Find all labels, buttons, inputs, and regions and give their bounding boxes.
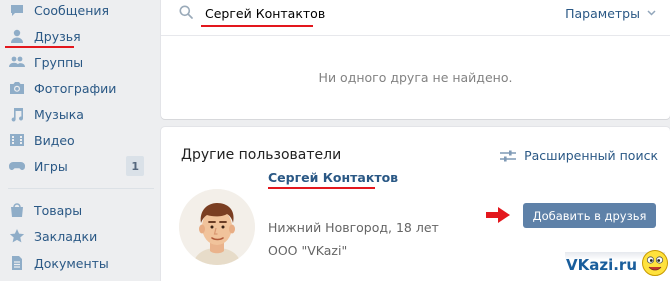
nav-label: Игры: [34, 158, 68, 174]
gamepad-icon: [8, 157, 26, 175]
nav-item-video[interactable]: Видео: [0, 127, 152, 153]
user-name-link[interactable]: Сергей Контактов: [268, 170, 398, 185]
nav-item-documents[interactable]: Документы: [0, 250, 152, 276]
annotation-underline: [201, 25, 313, 27]
groups-icon: [8, 53, 26, 71]
search-params-dropdown[interactable]: Параметры: [565, 2, 656, 24]
nav-item-games[interactable]: Игры 1: [0, 153, 152, 179]
messages-icon: [8, 1, 26, 19]
advanced-search-link[interactable]: Расширенный поиск: [500, 148, 658, 163]
bag-icon: [8, 201, 26, 219]
user-location: Нижний Новгород, 18 лет: [268, 220, 439, 235]
filter-sliders-icon: [500, 150, 517, 161]
nav-label: Закладки: [34, 228, 98, 244]
nav-item-goods[interactable]: Товары: [0, 197, 152, 223]
add-friend-button[interactable]: Добавить в друзья: [523, 203, 656, 228]
document-icon: [8, 254, 26, 272]
nav-label: Сообщения: [34, 2, 110, 18]
annotation-underline: [268, 187, 375, 189]
annotation-arrow-icon: [486, 207, 510, 223]
left-nav: Сообщения Друзья Группы Фотографии Музык…: [0, 0, 160, 281]
nav-label: Документы: [34, 255, 109, 271]
star-icon: [8, 227, 26, 245]
nav-label: Товары: [34, 202, 83, 218]
nav-label: Фотографии: [34, 80, 117, 96]
annotation-underline: [5, 46, 74, 48]
nav-label: Видео: [34, 132, 75, 148]
smiley-logo-icon: [642, 250, 668, 276]
video-icon: [8, 131, 26, 149]
user-company: ООО "VKazi": [268, 243, 348, 258]
nav-label: Музыка: [34, 106, 84, 122]
games-count-badge: 1: [126, 156, 144, 176]
friends-icon: [8, 27, 26, 45]
avatar[interactable]: [179, 189, 255, 265]
search-input[interactable]: [205, 2, 535, 24]
empty-result-message: Ни одного друга не найдено.: [318, 70, 513, 85]
advanced-search-label: Расширенный поиск: [524, 148, 658, 163]
watermark-text: VKazi.ru: [566, 256, 638, 274]
chevron-down-icon: [647, 10, 656, 16]
search-bar: Параметры: [161, 0, 670, 36]
nav-item-bookmarks[interactable]: Закладки: [0, 223, 152, 249]
camera-icon: [8, 79, 26, 97]
nav-item-groups[interactable]: Группы: [0, 49, 152, 75]
nav-item-music[interactable]: Музыка: [0, 101, 152, 127]
nav-item-messages[interactable]: Сообщения: [0, 0, 152, 23]
search-icon: [179, 5, 193, 19]
nav-label: Группы: [34, 54, 84, 70]
nav-item-photos[interactable]: Фотографии: [0, 75, 152, 101]
user-portrait-icon: [179, 189, 255, 265]
section-title: Другие пользователи: [181, 147, 342, 163]
search-params-label: Параметры: [565, 5, 640, 21]
nav-separator: [8, 188, 154, 189]
nav-label: Друзья: [34, 28, 81, 44]
music-icon: [8, 105, 26, 123]
friends-search-card: Параметры Ни одного друга не найдено.: [161, 0, 670, 119]
